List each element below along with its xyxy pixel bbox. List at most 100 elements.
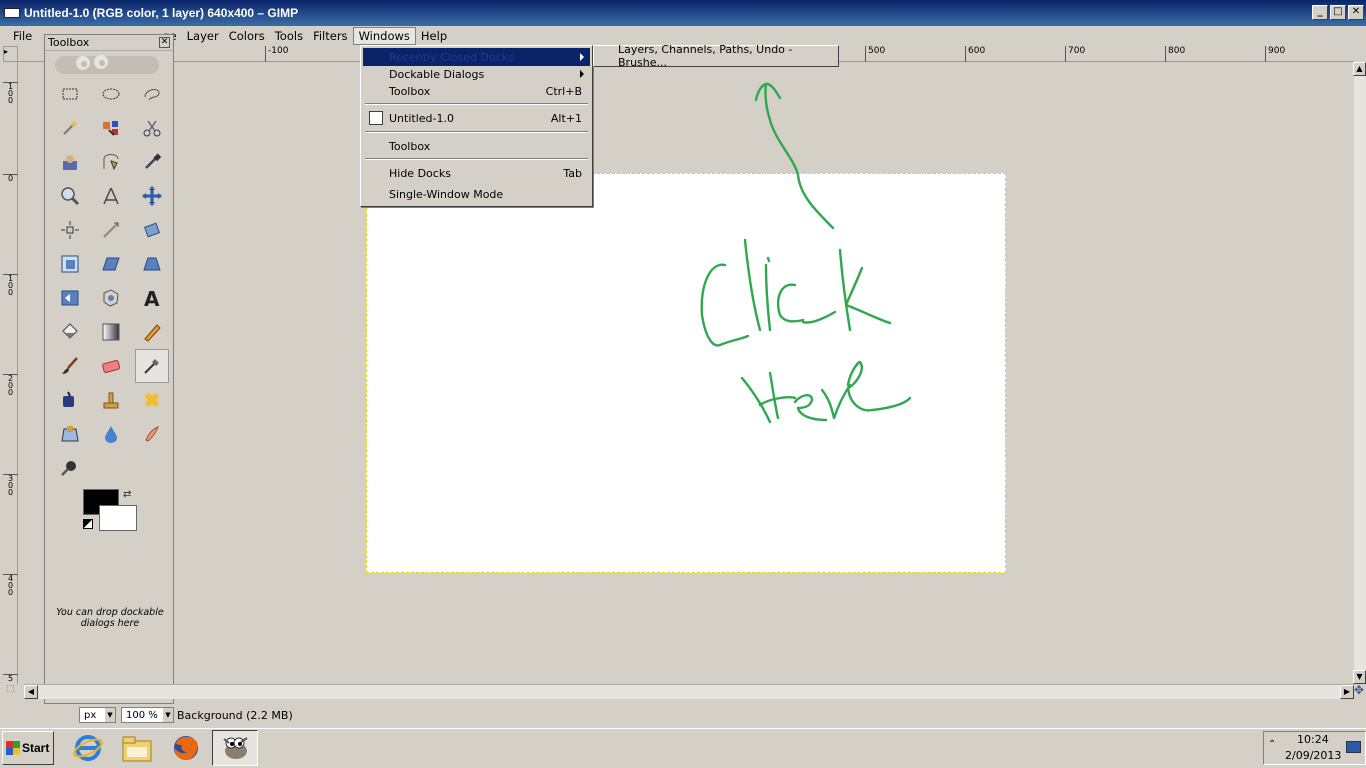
select-by-color-icon[interactable] <box>94 111 128 145</box>
heal-icon[interactable] <box>135 383 169 417</box>
ruler-corner[interactable]: ▸ <box>3 46 18 62</box>
menu-separator <box>365 103 588 105</box>
minimize-button[interactable]: _ <box>1312 5 1328 20</box>
dodge-burn-icon[interactable] <box>53 451 87 485</box>
toolbox-title: Toolbox <box>48 36 90 49</box>
recently-closed-submenu[interactable]: Layers, Channels, Paths, Undo - Brushe..… <box>593 43 839 69</box>
zoom-selector[interactable]: 100 % ▼ <box>121 707 174 723</box>
perspective-icon[interactable] <box>135 247 169 281</box>
horizontal-scrollbar[interactable]: ◀ ▶ <box>24 684 1354 699</box>
close-icon[interactable]: ✕ <box>159 37 170 48</box>
rotate-icon[interactable] <box>135 213 169 247</box>
scale-icon[interactable] <box>53 247 87 281</box>
vertical-ruler: 100 0 100 200 300 400 5 <box>3 62 18 684</box>
windows-menu-dropdown: Recently Closed Docks Dockable Dialogs T… <box>360 45 593 207</box>
menu-separator <box>365 131 588 133</box>
menu-filters[interactable]: Filters <box>308 28 352 44</box>
paths-icon[interactable] <box>94 145 128 179</box>
submenu-item[interactable]: Layers, Channels, Paths, Undo - Brushe..… <box>618 43 838 69</box>
vruler-label: 400 <box>3 574 18 597</box>
menu-separator <box>365 158 588 160</box>
pencil-icon[interactable] <box>135 315 169 349</box>
toolbox-panel: Toolbox ✕ A ⇄ You can drop dockable dial… <box>44 34 174 704</box>
window-title: Untitled-1.0 (RGB color, 1 layer) 640x40… <box>24 6 299 20</box>
perspective-clone-icon[interactable] <box>53 417 87 451</box>
vruler-label: 100 <box>3 82 18 105</box>
svg-text:A: A <box>144 287 160 309</box>
internet-explorer-icon[interactable] <box>65 730 111 766</box>
align-icon[interactable] <box>53 213 87 247</box>
shear-icon[interactable] <box>94 247 128 281</box>
clock-time[interactable]: 10:24 <box>1297 733 1329 746</box>
gimp-taskbar-icon[interactable] <box>212 730 258 766</box>
vruler-label: 300 <box>3 474 18 497</box>
ink-icon[interactable] <box>53 383 87 417</box>
menu-toolbox[interactable]: Toolbox Ctrl+B <box>363 82 590 100</box>
scissors-icon[interactable] <box>135 111 169 145</box>
airbrush-icon[interactable] <box>135 349 169 383</box>
scroll-down-icon[interactable]: ▼ <box>1353 670 1366 684</box>
blend-icon[interactable] <box>94 315 128 349</box>
smudge-icon[interactable] <box>135 417 169 451</box>
blur-sharpen-icon[interactable] <box>94 417 128 451</box>
menu-dockable-dialogs[interactable]: Dockable Dialogs <box>363 65 590 83</box>
crop-icon[interactable] <box>94 213 128 247</box>
color-picker-icon[interactable] <box>135 145 169 179</box>
measure-icon[interactable] <box>94 179 128 213</box>
file-explorer-icon[interactable] <box>114 730 160 766</box>
menu-file[interactable]: File <box>8 28 37 44</box>
background-color-swatch[interactable] <box>99 505 137 531</box>
eraser-icon[interactable] <box>94 349 128 383</box>
scroll-right-icon[interactable]: ▶ <box>1340 685 1354 699</box>
image-canvas[interactable] <box>366 173 1006 573</box>
hruler-label: 600 <box>965 46 985 62</box>
menu-toolbox-recent[interactable]: Toolbox <box>363 137 590 155</box>
menu-single-window-mode[interactable]: Single-Window Mode <box>363 185 590 203</box>
menu-colors[interactable]: Colors <box>224 28 270 44</box>
image-thumbnail-icon <box>369 111 383 125</box>
vertical-scrollbar[interactable]: ▲ ▼ <box>1353 62 1366 684</box>
toolbox-header[interactable]: Toolbox ✕ <box>45 35 173 51</box>
maximize-button[interactable]: □ <box>1330 5 1346 20</box>
vruler-label: 5 <box>3 674 18 683</box>
menu-layer[interactable]: Layer <box>182 28 224 44</box>
start-button[interactable]: Start <box>2 731 54 765</box>
fuzzy-select-icon[interactable] <box>53 111 87 145</box>
menu-recently-closed-docks[interactable]: Recently Closed Docks <box>363 48 590 66</box>
menu-help[interactable]: Help <box>416 28 452 44</box>
menu-image-untitled[interactable]: Untitled-1.0 Alt+1 <box>363 109 590 127</box>
unit-selector[interactable]: px ▼ <box>79 707 116 723</box>
swap-colors-icon[interactable]: ⇄ <box>123 489 131 500</box>
show-desktop-icon[interactable] <box>1346 741 1361 753</box>
rect-select-icon[interactable] <box>53 77 87 111</box>
show-hidden-icons-icon[interactable]: ⌃ <box>1268 739 1276 750</box>
free-select-icon[interactable] <box>135 77 169 111</box>
move-icon[interactable] <box>135 179 169 213</box>
tool-grid: A <box>53 77 169 485</box>
clone-icon[interactable] <box>94 383 128 417</box>
foreground-select-icon[interactable] <box>53 145 87 179</box>
hruler-label: 700 <box>1065 46 1085 62</box>
menu-windows[interactable]: Windows <box>352 26 416 45</box>
quick-mask-icon[interactable]: ⬚ <box>6 684 20 698</box>
navigate-icon[interactable]: ✥ <box>1354 684 1366 698</box>
menu-tools[interactable]: Tools <box>270 28 308 44</box>
vruler-label: 200 <box>3 374 18 397</box>
reset-colors-icon[interactable] <box>83 519 93 529</box>
hruler-label: -100 <box>265 46 288 62</box>
scroll-left-icon[interactable]: ◀ <box>24 685 38 699</box>
ellipse-select-icon[interactable] <box>94 77 128 111</box>
firefox-icon[interactable] <box>163 730 209 766</box>
text-icon[interactable]: A <box>135 281 169 315</box>
scroll-up-icon[interactable]: ▲ <box>1353 62 1366 76</box>
close-button[interactable]: ✕ <box>1348 5 1364 20</box>
clock-date[interactable]: 2/09/2013 <box>1285 749 1341 762</box>
zoom-icon[interactable] <box>53 179 87 213</box>
bucket-fill-icon[interactable] <box>53 315 87 349</box>
cage-transform-icon[interactable] <box>94 281 128 315</box>
gimp-app-icon <box>4 8 20 18</box>
hruler-label: 500 <box>865 46 885 62</box>
menu-hide-docks[interactable]: Hide Docks Tab <box>363 164 590 182</box>
flip-icon[interactable] <box>53 281 87 315</box>
paintbrush-icon[interactable] <box>53 349 87 383</box>
